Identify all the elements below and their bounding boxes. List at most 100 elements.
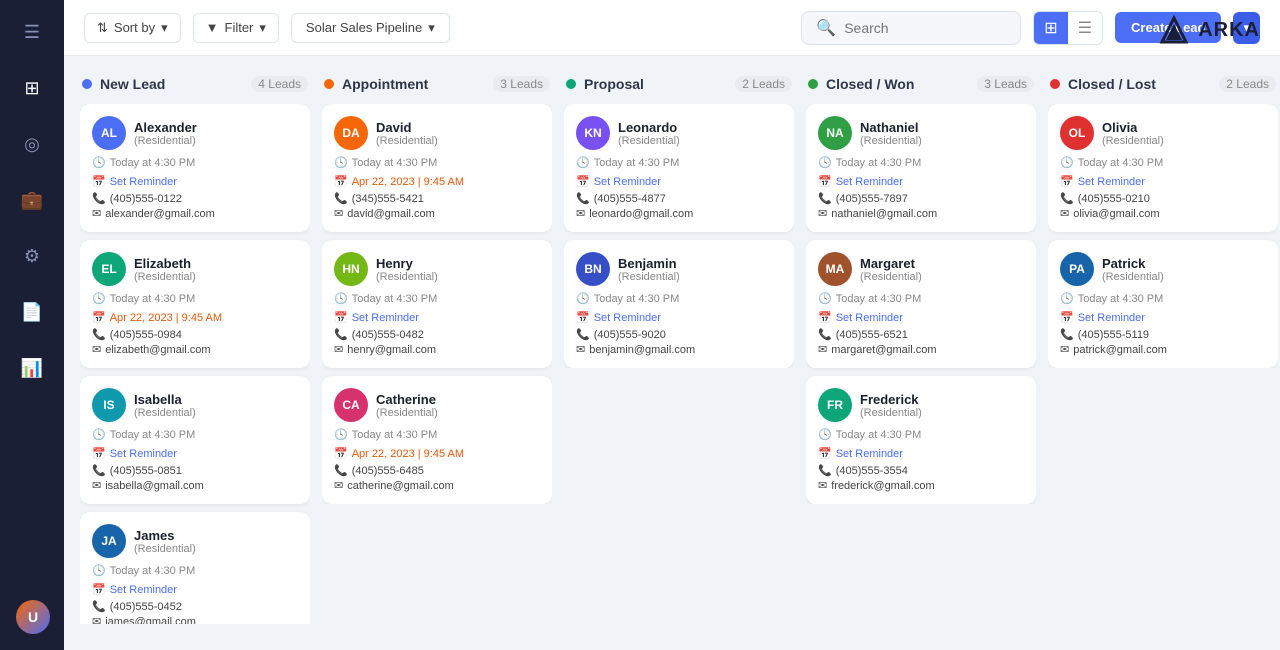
card-name: Patrick [1102,256,1266,271]
sort-button[interactable]: ⇅ Sort by ▾ [84,13,181,43]
card-phone-number: (405)555-5119 [1078,329,1149,341]
card-name-block: Leonardo(Residential) [618,120,782,147]
column-new-lead: New Lead4 Leads AL Alexander(Residential) 🕓… [80,72,310,634]
card-type: (Residential) [860,407,1024,419]
card-email-address: benjamin@gmail.com [589,344,695,356]
avatar: PA [1060,252,1094,286]
reminder-label: Set Reminder [594,312,661,324]
card-name-block: Nathaniel(Residential) [860,120,1024,147]
avatar: AL [92,116,126,150]
card-name: Nathaniel [860,120,1024,135]
column-header-proposal: Proposal 2 Leads [564,72,794,96]
card-name-block: Margaret(Residential) [860,256,1024,283]
user-initials: U [28,609,38,625]
card-email: ✉ nathaniel@gmail.com [818,207,1024,220]
briefcase-icon[interactable]: 💼 [16,184,48,216]
set-reminder-button[interactable]: 📅 Set Reminder [818,311,1024,324]
card-email: ✉ margaret@gmail.com [818,343,1024,356]
set-reminder-button[interactable]: 📅 Set Reminder [1060,175,1266,188]
pipeline-chevron-icon: ▾ [428,20,435,36]
card-appointment-text: Apr 22, 2023 | 9:45 AM [110,312,222,324]
card-phone-number: (405)555-6521 [836,329,908,341]
card-phone: 📞 (405)555-0122 [92,192,298,205]
card-header: AL Alexander(Residential) [92,116,298,150]
card-email-address: patrick@gmail.com [1073,344,1167,356]
card-time: 🕓 Today at 4:30 PM [576,156,782,169]
search-input[interactable] [844,20,1006,36]
column-header-new-lead: New Lead4 Leads [80,72,310,96]
column-cards-closed-lost: OLOlivia(Residential)🕓 Today at 4:30 PM📅… [1048,104,1278,368]
card: CACatherine(Residential)🕓 Today at 4:30 … [322,376,552,504]
card-appointment-text: Apr 22, 2023 | 9:45 AM [352,448,464,460]
column-title: Proposal [584,76,727,92]
card-time-text: Today at 4:30 PM [352,429,438,441]
column-title: Appointment [342,76,485,92]
set-reminder-button[interactable]: 📅 Set Reminder [92,583,298,596]
reminder-icon: 📅 [576,175,590,188]
set-reminder-button[interactable]: 📅 Set Reminder [576,175,782,188]
avatar: JA [92,524,126,558]
card: MAMargaret(Residential) 🕓 Today at 4:30 P… [806,240,1036,368]
avatar: OL [1060,116,1094,150]
card-name-block: Olivia(Residential) [1102,120,1266,147]
avatar: BN [576,252,610,286]
card-phone: 📞 (405)555-0984 [92,328,298,341]
reminder-icon: 📅 [1060,175,1074,188]
reminder-icon: 📅 [92,175,106,188]
card: KNLeonardo(Residential)🕓 Today at 4:30 P… [564,104,794,232]
docs-icon[interactable]: 📄 [16,296,48,328]
card-time: 🕓 Today at 4:30 PM [818,292,1024,305]
card-appointment: 📅 Apr 22, 2023 | 9:45 AM [334,175,540,188]
set-reminder-button[interactable]: 📅 Set Reminder [1060,311,1266,324]
clock-icon: 🕓 [334,156,348,169]
clock-icon: 🕓 [334,428,348,441]
set-reminder-button[interactable]: 📅 Set Reminder [576,311,782,324]
card: HNHenry(Residential)🕓 Today at 4:30 PM📅 … [322,240,552,368]
menu-icon[interactable]: ☰ [16,16,48,48]
set-reminder-button[interactable]: 📅 Set Reminder [818,447,1024,460]
settings-icon[interactable]: ⚙ [16,240,48,272]
set-reminder-button[interactable]: 📅 Set Reminder [334,311,540,324]
card-phone: 📞 (405)555-9020 [576,328,782,341]
analytics-icon[interactable]: 📊 [16,352,48,384]
card-header: MAMargaret(Residential) [818,252,1024,286]
card-name-block: Alexander(Residential) [134,120,298,147]
user-profile[interactable]: U [16,600,50,634]
column-dot [808,79,818,89]
set-reminder-button[interactable]: 📅 Set Reminder [92,447,298,460]
dashboard-icon[interactable]: ⊞ [16,72,48,104]
card-time: 🕓 Today at 4:30 PM [1060,292,1266,305]
column-count: 2 Leads [735,76,792,92]
card-type: (Residential) [134,543,298,555]
card-time: 🕓 Today at 4:30 PM [92,428,298,441]
card: OLOlivia(Residential)🕓 Today at 4:30 PM📅… [1048,104,1278,232]
set-reminder-button[interactable]: 📅 Set Reminder [92,175,298,188]
pipeline-selector[interactable]: Solar Sales Pipeline ▾ [291,13,450,43]
card-phone: 📞 (405)555-0210 [1060,192,1266,205]
leads-icon[interactable]: ◎ [16,128,48,160]
card-type: (Residential) [376,407,540,419]
card-time: 🕓 Today at 4:30 PM [92,292,298,305]
card: ALAlexander(Residential)🕓 Today at 4:30 … [80,104,310,232]
card-name: Elizabeth [134,256,298,271]
list-view-button[interactable]: ☰ [1068,12,1102,44]
card: DADavid(Residential)🕓 Today at 4:30 PM📅 … [322,104,552,232]
card-type: (Residential) [1102,271,1266,283]
grid-view-button[interactable]: ⊞ [1034,12,1067,44]
card-email-address: margaret@gmail.com [831,344,936,356]
clock-icon: 🕓 [1060,156,1074,169]
filter-icon: ▼ [206,20,219,35]
phone-icon: 📞 [334,328,348,341]
column-cards-proposal: KNLeonardo(Residential)🕓 Today at 4:30 P… [564,104,794,368]
card-phone-number: (405)555-7897 [836,193,908,205]
column-header-closed-lost: Closed / Lost2 Leads [1048,72,1278,96]
card-time-text: Today at 4:30 PM [110,157,196,169]
card-name-block: Patrick(Residential) [1102,256,1266,283]
clock-icon: 🕓 [334,292,348,305]
reminder-label: Set Reminder [1078,312,1145,324]
filter-button[interactable]: ▼ Filter ▾ [193,13,279,43]
reminder-label: Set Reminder [836,176,903,188]
set-reminder-button[interactable]: 📅 Set Reminder [818,175,1024,188]
card-name: Olivia [1102,120,1266,135]
filter-chevron-icon: ▾ [259,20,266,36]
